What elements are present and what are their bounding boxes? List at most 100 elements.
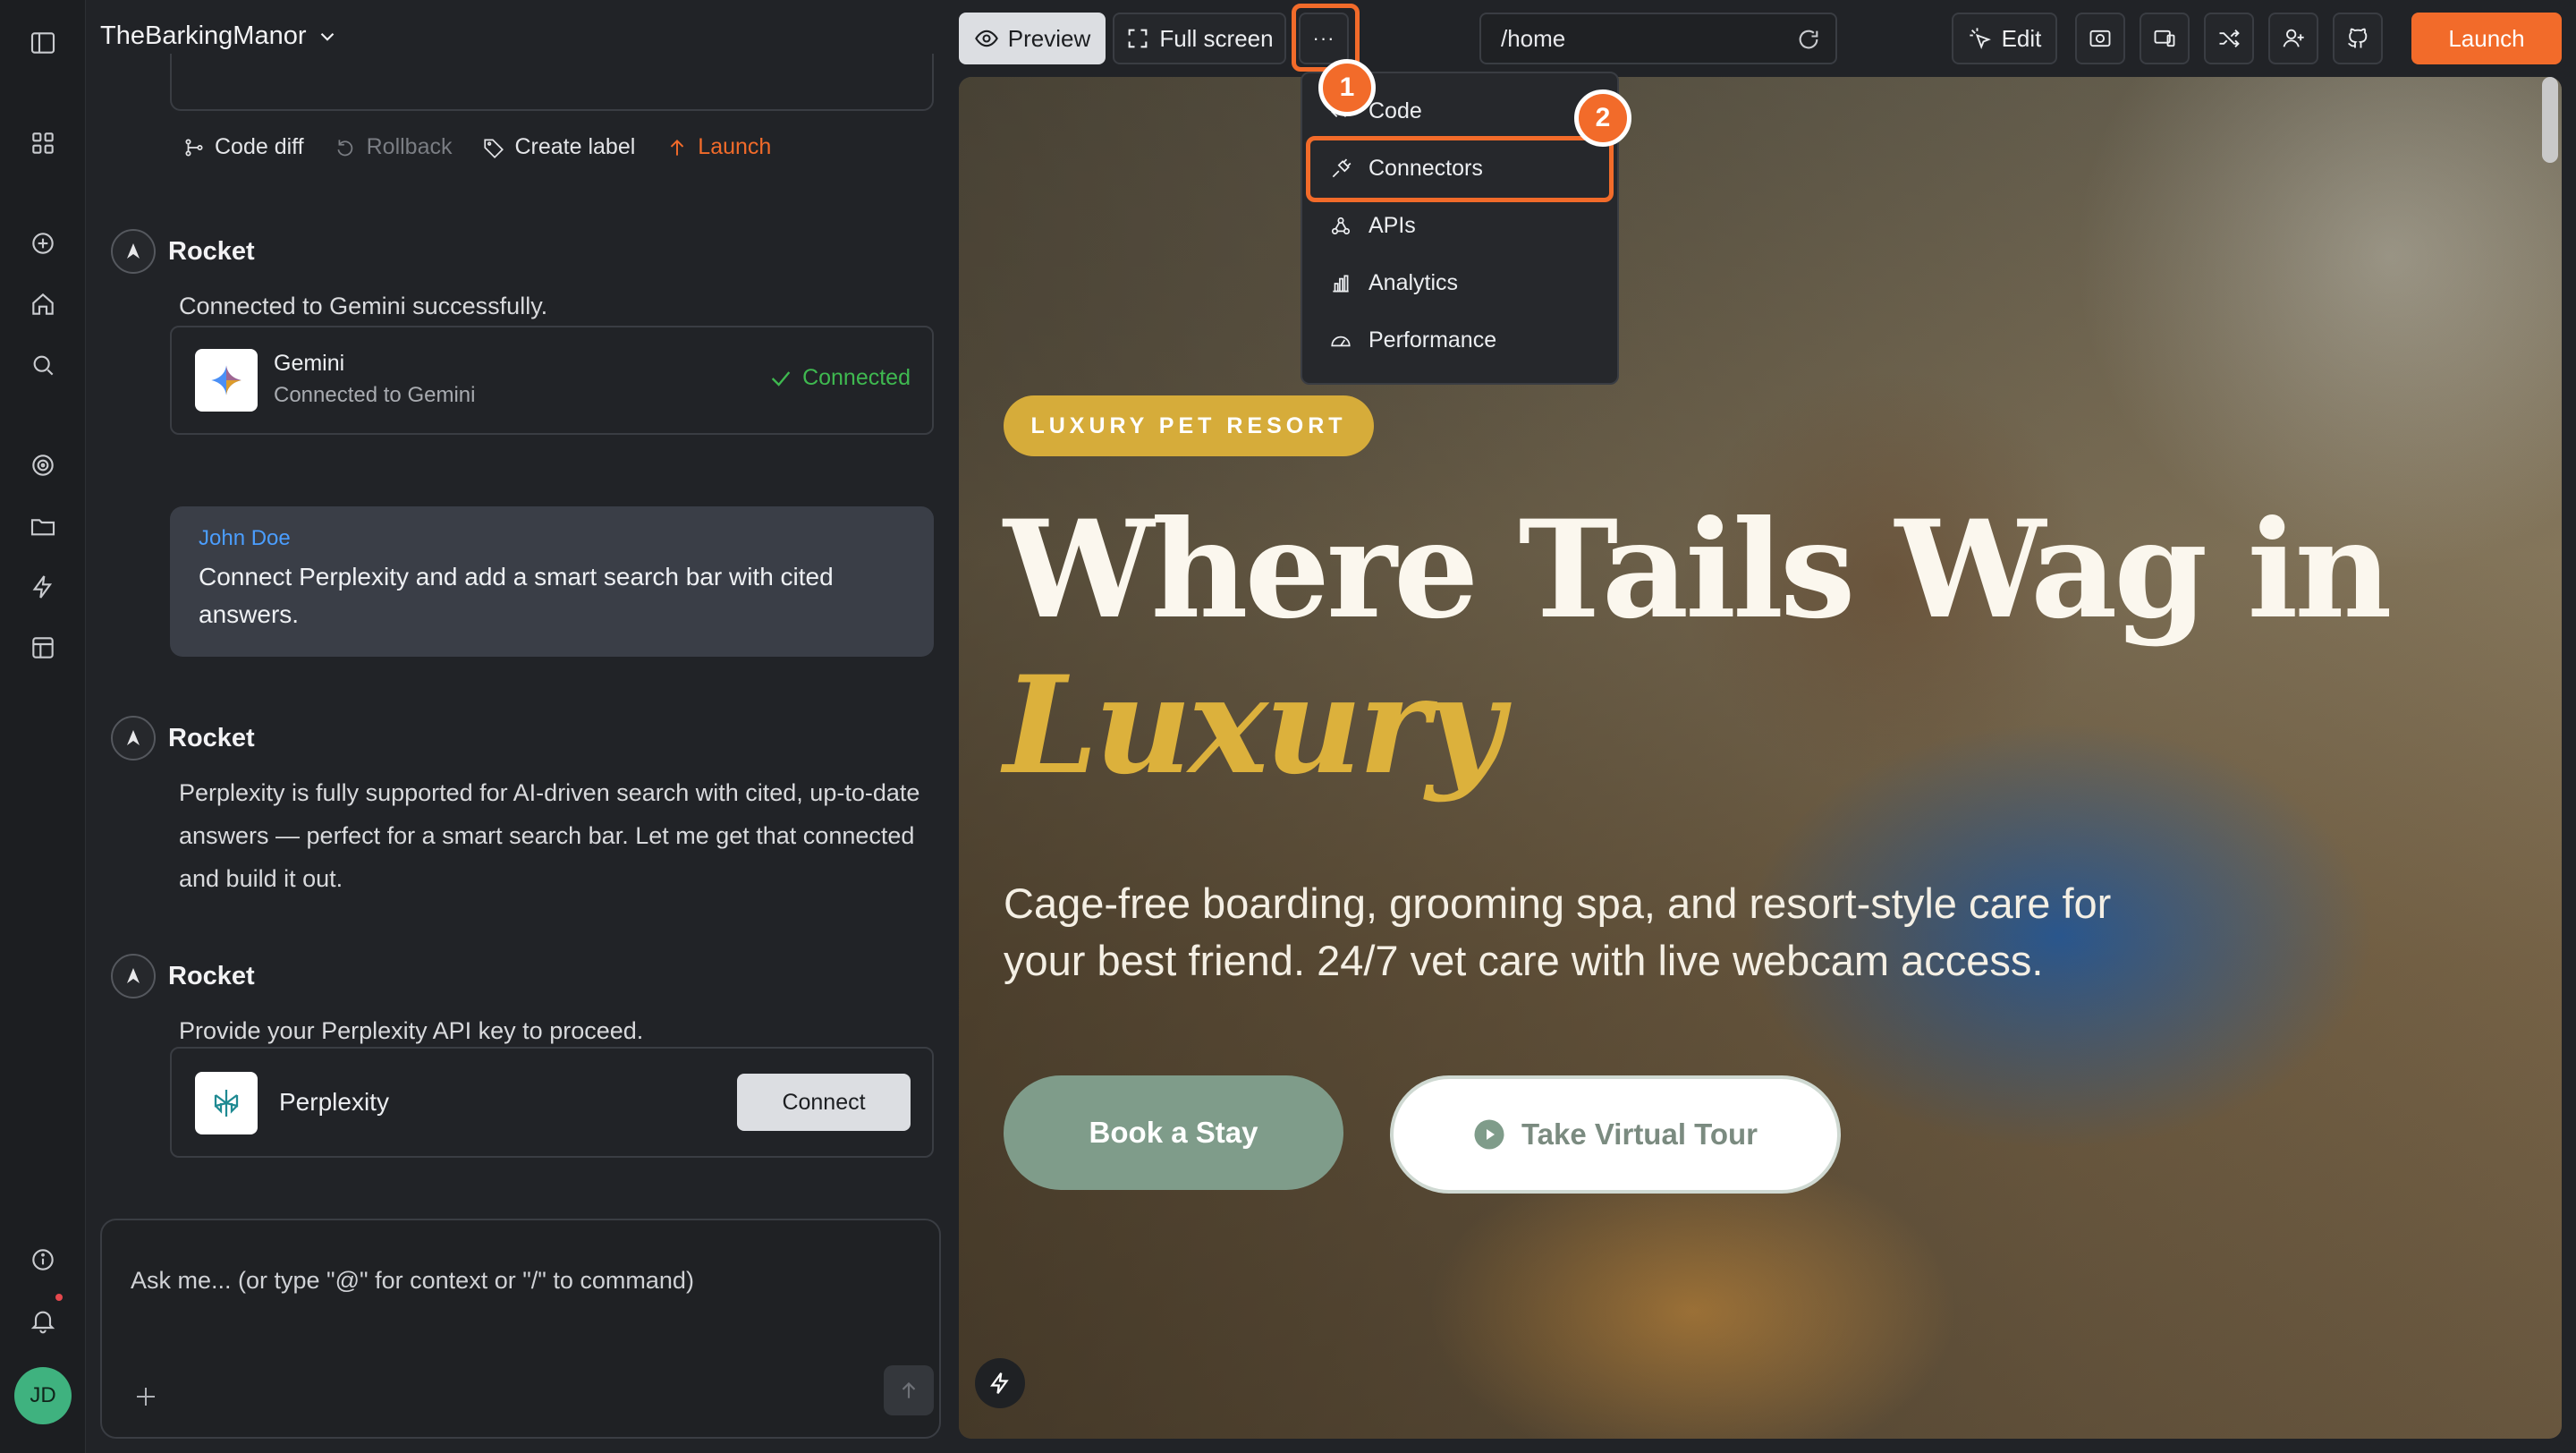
assistant-message: Rocket Provide your Perplexity API key t…: [111, 954, 934, 1052]
user-message: John Doe Connect Perplexity and add a sm…: [170, 506, 934, 657]
edit-button[interactable]: Edit: [1952, 13, 2057, 64]
menu-item-performance[interactable]: Performance: [1329, 327, 1496, 353]
code-diff-button[interactable]: Code diff: [182, 134, 304, 160]
create-label-button[interactable]: Create label: [482, 134, 635, 160]
menu-item-label: APIs: [1368, 213, 1416, 238]
arrow-up-icon: [671, 139, 684, 156]
devices-icon: [2154, 30, 2175, 47]
connector-subtitle: Connected to Gemini: [274, 383, 476, 407]
info-icon[interactable]: [23, 1240, 63, 1279]
version-actions: Code diff Rollback Create label Launch: [182, 134, 771, 160]
more-options-menu: Code Connectors APIs Analytics Performan…: [1301, 72, 1619, 385]
icon-rail: JD: [0, 0, 86, 1453]
expand-icon: [1129, 29, 1148, 48]
message-author: Rocket: [168, 961, 255, 990]
menu-item-analytics[interactable]: Analytics: [1329, 270, 1458, 296]
user-text: Connect Perplexity and add a smart searc…: [199, 563, 834, 628]
shuffle-button[interactable]: [2204, 13, 2254, 64]
assistant-message: Rocket Perplexity is fully supported for…: [111, 716, 934, 900]
chat-composer[interactable]: Ask me... (or type "@" for context or "/…: [100, 1219, 941, 1439]
launch-link[interactable]: Launch: [665, 134, 771, 160]
menu-item-label: Performance: [1368, 327, 1497, 353]
message-author: Rocket: [168, 236, 255, 266]
refresh-icon[interactable]: [1796, 27, 1821, 52]
chevron-down-icon: [320, 32, 334, 41]
site-preview: LUXURY PET RESORT Where Tails Wag in Lux…: [959, 77, 2562, 1439]
fullscreen-button[interactable]: Full screen: [1113, 13, 1286, 64]
previous-card-edge: [170, 54, 934, 111]
rollback-button[interactable]: Rollback: [335, 134, 453, 160]
user-plus-icon: [2283, 29, 2304, 47]
invite-user-button[interactable]: [2268, 13, 2318, 64]
connected-label: Connected: [802, 365, 911, 390]
url-text: /home: [1501, 24, 1566, 52]
home-icon[interactable]: [23, 285, 63, 324]
target-icon[interactable]: [23, 446, 63, 485]
github-icon: [2348, 28, 2368, 48]
check-icon: [771, 370, 791, 387]
lightning-icon[interactable]: [23, 567, 63, 607]
avatar[interactable]: JD: [14, 1367, 72, 1424]
preview-scrollbar[interactable]: [2542, 77, 2558, 163]
url-bar[interactable]: /home: [1479, 13, 1837, 64]
create-label-label: Create label: [514, 134, 636, 159]
menu-item-label: Analytics: [1368, 270, 1459, 295]
assistant-message: Rocket Connected to Gemini successfully.: [111, 229, 934, 327]
add-attachment-icon[interactable]: [132, 1383, 159, 1410]
launch-label: Launch: [698, 134, 772, 159]
sidebar-toggle-icon[interactable]: [23, 23, 63, 63]
gauge-icon: [1331, 336, 1351, 346]
virtual-tour-button[interactable]: Take Virtual Tour: [1390, 1075, 1841, 1194]
book-stay-button[interactable]: Book a Stay: [1004, 1075, 1343, 1190]
send-button[interactable]: [884, 1365, 934, 1415]
hero-badge: LUXURY PET RESORT: [1004, 395, 1374, 456]
tag-icon: [484, 138, 504, 158]
project-name: TheBarkingManor: [100, 21, 307, 50]
rocket-logo-icon: [111, 716, 156, 760]
quick-action-button[interactable]: [975, 1358, 1025, 1408]
play-circle-icon: [1474, 1119, 1504, 1150]
apps-grid-icon[interactable]: [23, 123, 63, 163]
menu-item-apis[interactable]: APIs: [1329, 213, 1416, 239]
bar-chart-icon: [1333, 274, 1349, 293]
connector-name: Gemini: [274, 351, 345, 376]
arrow-up-icon: [902, 1381, 916, 1398]
step-marker-2: 2: [1574, 89, 1631, 147]
connect-button[interactable]: Connect: [737, 1074, 911, 1131]
message-author: Rocket: [168, 723, 255, 752]
folder-icon[interactable]: [23, 506, 63, 546]
shuffle-icon: [2219, 30, 2240, 47]
new-chat-plus-icon[interactable]: [23, 224, 63, 263]
message-text: Perplexity is fully supported for AI-dri…: [179, 779, 920, 892]
composer-input[interactable]: Ask me... (or type "@" for context or "/…: [131, 1267, 694, 1295]
responsive-view-button[interactable]: [2140, 13, 2190, 64]
branch-icon: [185, 138, 203, 157]
hero-subtitle: Cage-free boarding, grooming spa, and re…: [1004, 879, 2112, 984]
bell-icon[interactable]: [23, 1301, 63, 1340]
layout-icon[interactable]: [23, 628, 63, 667]
step-marker-1: 1: [1318, 59, 1376, 116]
edit-label: Edit: [2001, 24, 2042, 52]
connector-name: Perplexity: [279, 1088, 389, 1116]
hero-title-accent: Luxury: [1004, 647, 1504, 804]
github-button[interactable]: [2333, 13, 2383, 64]
search-icon[interactable]: [23, 345, 63, 385]
user-name: John Doe: [199, 526, 291, 550]
screenshot-button[interactable]: [2075, 13, 2125, 64]
perplexity-logo-icon: [195, 1072, 258, 1134]
connected-status: Connected: [768, 365, 911, 391]
preview-button[interactable]: Preview: [959, 13, 1106, 64]
message-text: Provide your Perplexity API key to proce…: [179, 1017, 644, 1044]
launch-button[interactable]: Launch: [2411, 13, 2562, 64]
chat-panel: TheBarkingManor Code diff Rollback Creat…: [86, 0, 955, 1453]
webhook-icon: [1331, 217, 1351, 234]
project-switcher[interactable]: TheBarkingManor: [100, 21, 339, 51]
code-diff-label: Code diff: [215, 134, 304, 159]
lightning-icon: [990, 1372, 1009, 1394]
hero-title: Where Tails Wag in: [1004, 491, 2392, 649]
preview-label: Preview: [1007, 24, 1091, 52]
rollback-label: Rollback: [366, 134, 453, 159]
gemini-connector-card: Gemini Connected to Gemini Connected: [170, 326, 934, 435]
perplexity-connector-card: Perplexity Connect: [170, 1047, 934, 1158]
gemini-logo-icon: [195, 349, 258, 412]
